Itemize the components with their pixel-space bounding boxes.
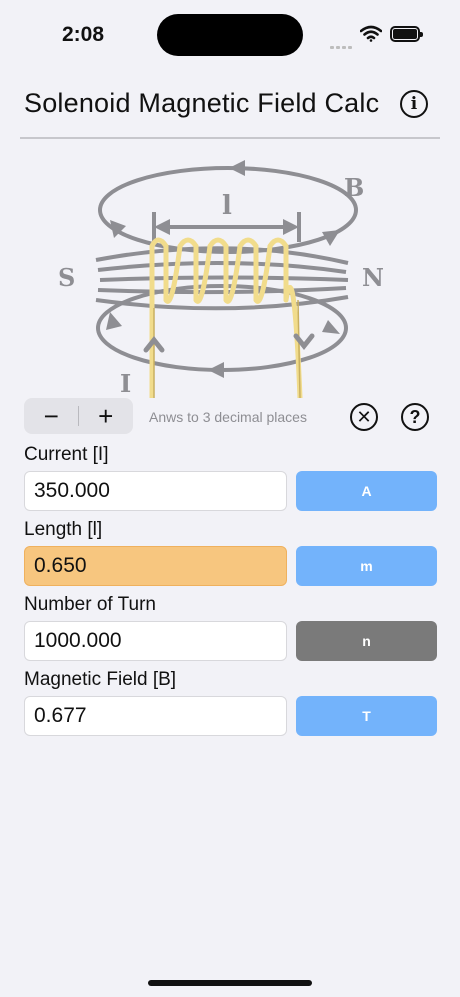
field-label: B xyxy=(344,173,364,202)
battery-icon xyxy=(390,26,423,42)
length-label: Length [l] xyxy=(24,519,103,540)
info-icon[interactable]: i xyxy=(400,90,428,118)
status-time: 2:08 xyxy=(62,23,105,46)
magnetic-field-unit-button[interactable]: T xyxy=(296,696,437,736)
home-indicator xyxy=(148,980,312,986)
increment-button[interactable]: + xyxy=(79,398,134,434)
decimal-stepper[interactable]: − + xyxy=(24,398,133,434)
field-arrow-top xyxy=(229,160,245,176)
length-label: l xyxy=(222,191,232,221)
cellular-signal-icon xyxy=(330,36,354,54)
current-unit-button[interactable]: A xyxy=(296,471,437,511)
magnetic-field-input[interactable]: 0.677 xyxy=(24,696,287,736)
status-bar: 2:08 xyxy=(0,0,460,70)
current-label: Current [I] xyxy=(24,444,109,465)
current-input[interactable]: 350.000 xyxy=(24,471,287,511)
current-label: I xyxy=(120,369,131,398)
stepper-divider xyxy=(78,406,79,426)
field-arrow-right-bottom xyxy=(322,320,340,334)
turns-input[interactable]: 1000.000 xyxy=(24,621,287,661)
decrement-button[interactable]: − xyxy=(24,398,79,434)
decimal-places-text: Anws to 3 decimal places xyxy=(149,409,307,425)
dynamic-island xyxy=(157,14,303,56)
turns-label: Number of Turn xyxy=(24,594,156,615)
length-input[interactable]: 0.650 xyxy=(24,546,287,586)
field-arrow-left-bottom xyxy=(106,312,122,330)
south-label: S xyxy=(58,263,75,292)
length-arrow-left xyxy=(154,219,170,235)
clear-icon[interactable]: ✕ xyxy=(350,403,378,431)
header-divider xyxy=(20,137,440,139)
turns-unit-button[interactable]: n xyxy=(296,621,437,661)
length-arrow-right xyxy=(283,219,299,235)
north-label: N xyxy=(362,263,384,292)
magnetic-field-label: Magnetic Field [B] xyxy=(24,669,177,690)
help-icon[interactable]: ? xyxy=(401,403,429,431)
wifi-icon xyxy=(360,25,382,42)
field-arrow-bottom xyxy=(208,362,224,378)
page-title: Solenoid Magnetic Field Calc xyxy=(24,88,380,118)
length-unit-button[interactable]: m xyxy=(296,546,437,586)
solenoid-diagram: l B S N I xyxy=(58,160,384,398)
